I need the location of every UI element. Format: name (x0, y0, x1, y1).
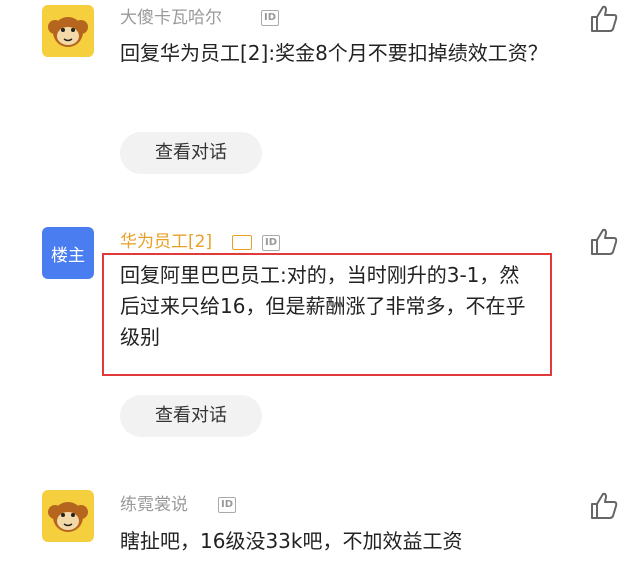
comment-item: 练霓裳说 ID 瞎扯吧，16级没33k吧，不加效益工资 (0, 0, 641, 571)
username[interactable]: 练霓裳说 (120, 494, 188, 516)
thumbs-up-icon[interactable] (588, 490, 620, 522)
id-tag: ID (218, 497, 237, 513)
monkey-avatar-icon (48, 502, 88, 532)
avatar[interactable] (42, 490, 94, 542)
comment-text: 瞎扯吧，16级没33k吧，不加效益工资 (120, 529, 463, 553)
